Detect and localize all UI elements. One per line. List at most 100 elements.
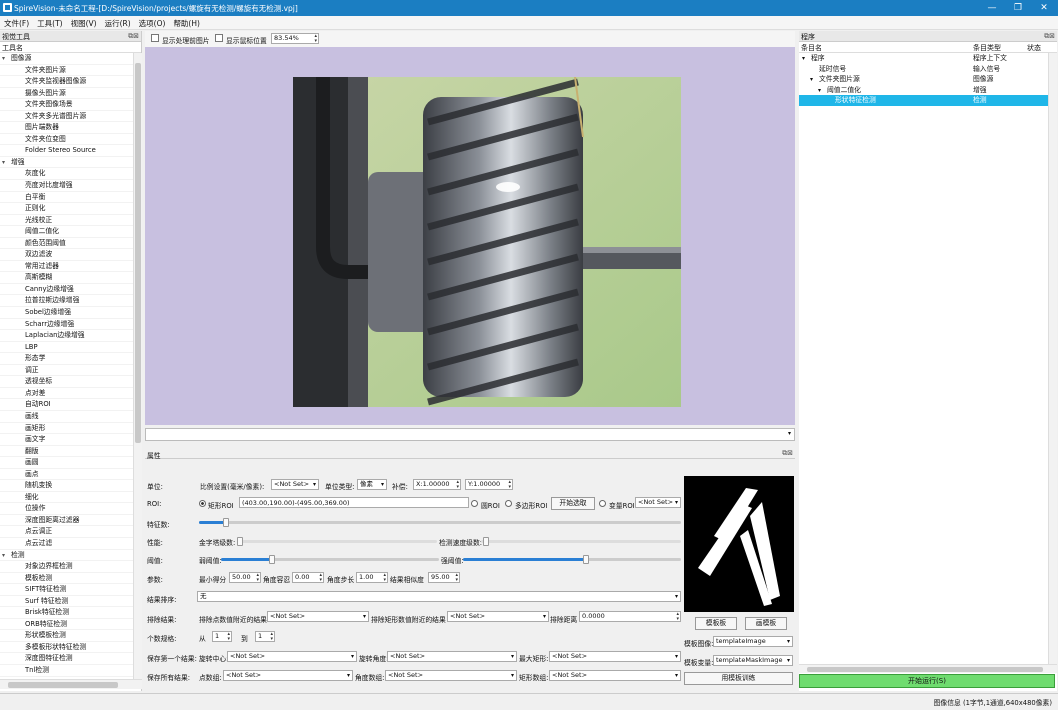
tool-item[interactable]: Canny边缘增强: [0, 284, 133, 296]
tool-item[interactable]: 亮度对比度增强: [0, 180, 133, 192]
tool-item[interactable]: 模板检测: [0, 573, 133, 585]
menu-options[interactable]: 选项(O): [135, 16, 170, 31]
tool-item[interactable]: 透视坐标: [0, 376, 133, 388]
show-coords-checkbox[interactable]: [215, 34, 223, 42]
viewer-source-select[interactable]: ▾: [145, 428, 795, 441]
tool-item[interactable]: 文件夹监视器图像源: [0, 76, 133, 88]
tool-item[interactable]: Surf 特征检测: [0, 596, 133, 608]
points-select[interactable]: <Not Set>: [223, 670, 353, 681]
tool-item[interactable]: 深度图特征检测: [0, 653, 133, 665]
min-score-spinbox[interactable]: 50.00 ▴ ▾: [229, 572, 261, 583]
tool-item[interactable]: 文件夹图像场景: [0, 99, 133, 111]
minimize-button[interactable]: —: [978, 0, 1006, 16]
run-button[interactable]: 开始运行(S): [799, 674, 1055, 688]
feat-slider[interactable]: [199, 518, 681, 527]
tool-item[interactable]: 文件夹多光谱图片源: [0, 111, 133, 123]
program-hscroll-thumb[interactable]: [807, 667, 1043, 672]
tool-item[interactable]: 细化: [0, 492, 133, 504]
angle-tol-spinbox[interactable]: 0.00 ▴ ▾: [292, 572, 324, 583]
dock-float-icon[interactable]: ⧉⊠: [782, 449, 793, 458]
exclude-dist-spinbox[interactable]: 0.0000 ▴ ▾: [579, 611, 681, 622]
rot-angle-select[interactable]: <Not Set>: [387, 651, 517, 662]
pyramid-slider[interactable]: [237, 537, 437, 546]
tool-item[interactable]: 正则化: [0, 203, 133, 215]
template-button[interactable]: 模板板: [695, 617, 737, 630]
tool-item[interactable]: Tnl检测: [0, 665, 133, 677]
exclude-near-select[interactable]: <Not Set>: [267, 611, 369, 622]
tool-item[interactable]: 点对差: [0, 388, 133, 400]
comp-x-spinbox[interactable]: X:1.00000 ▴ ▾: [413, 479, 461, 490]
tool-item[interactable]: 对象边界框检测: [0, 561, 133, 573]
image-viewer[interactable]: [145, 47, 795, 425]
tool-item[interactable]: 画圆: [0, 457, 133, 469]
tool-item[interactable]: 颜色范围阈值: [0, 238, 133, 250]
tool-item[interactable]: 随机变换: [0, 480, 133, 492]
maximize-button[interactable]: ❐: [1004, 0, 1032, 16]
menu-view[interactable]: 视图(V): [67, 16, 101, 31]
roi-circle-radio[interactable]: [471, 499, 478, 507]
dock-float-icon[interactable]: ⧉⊠: [1044, 32, 1055, 41]
tool-item[interactable]: SIFT特征检测: [0, 584, 133, 596]
tool-item[interactable]: 摄像头图片源: [0, 88, 133, 100]
tool-category[interactable]: ▾ 检测: [0, 550, 133, 562]
zoom-spinbox[interactable]: 83.54% ▴ ▾: [271, 33, 319, 44]
tpl-var-select[interactable]: templateMaskImage: [713, 655, 793, 666]
count-from-spinbox[interactable]: 1 ▴ ▾: [212, 631, 232, 642]
tool-item[interactable]: Laplacian边缘增强: [0, 330, 133, 342]
unit-type-select[interactable]: 像素: [357, 479, 387, 490]
tools-scrollbar[interactable]: [133, 53, 142, 679]
ratio-select[interactable]: <Not Set>: [271, 479, 319, 490]
roi-var-radio[interactable]: [599, 499, 606, 507]
comp-y-spinbox[interactable]: Y:1.00000 ▴ ▾: [465, 479, 513, 490]
roi-input[interactable]: (403.00,190.00)-(495.00,369.00): [239, 497, 469, 508]
bbox-select[interactable]: <Not Set>: [549, 651, 681, 662]
show-processed-checkbox[interactable]: [151, 34, 159, 42]
detect-speed-slider[interactable]: [481, 537, 681, 546]
match-spinbox[interactable]: 95.00 ▴ ▾: [428, 572, 460, 583]
tool-item[interactable]: 翻版: [0, 446, 133, 458]
roi-rect-radio[interactable]: [199, 499, 206, 507]
program-scrollbar[interactable]: [1048, 53, 1057, 673]
program-hscrollbar[interactable]: [799, 664, 1057, 673]
tool-item[interactable]: 画文字: [0, 434, 133, 446]
rot-center-select[interactable]: <Not Set>: [227, 651, 357, 662]
tool-item[interactable]: 文件夹图片源: [0, 65, 133, 77]
tools-hscrollbar[interactable]: [0, 679, 142, 689]
tool-item[interactable]: 文件夹位变图: [0, 134, 133, 146]
tool-item[interactable]: 调正: [0, 365, 133, 377]
chevron-down-icon[interactable]: ▾: [2, 53, 11, 65]
tool-item[interactable]: 点云调正: [0, 526, 133, 538]
menu-file[interactable]: 文件(F): [0, 16, 33, 31]
tools-scroll-thumb[interactable]: [135, 63, 141, 443]
tool-item[interactable]: Brisk特征检测: [0, 607, 133, 619]
dock-float-icon[interactable]: ⧉⊠: [128, 32, 139, 41]
tool-item[interactable]: 形态学: [0, 353, 133, 365]
program-row[interactable]: ▾ 文件夹图片源 图像源: [799, 74, 1057, 85]
program-row[interactable]: 延时信号 输入信号: [799, 64, 1057, 75]
tool-item[interactable]: 常用过滤器: [0, 261, 133, 273]
menu-run[interactable]: 运行(R): [101, 16, 135, 31]
roi-var-select[interactable]: <Not Set>: [635, 497, 681, 508]
tools-hscroll-thumb[interactable]: [8, 682, 118, 688]
tool-category[interactable]: ▾ 图像源: [0, 53, 133, 65]
tool-item[interactable]: 画矩形: [0, 423, 133, 435]
tool-item[interactable]: 阈值二值化: [0, 226, 133, 238]
tool-item[interactable]: Scharr边缘增强: [0, 319, 133, 331]
tool-item[interactable]: 形状模板检测: [0, 630, 133, 642]
tool-item[interactable]: 高斯模糊: [0, 272, 133, 284]
angles-select[interactable]: <Not Set>: [385, 670, 517, 681]
tool-item[interactable]: 画线: [0, 411, 133, 423]
program-row[interactable]: ▾ 程序 程序上下文: [799, 53, 1057, 64]
tool-item[interactable]: 自动ROI: [0, 399, 133, 411]
tool-item[interactable]: 灰度化: [0, 168, 133, 181]
tool-item[interactable]: 图片端数器: [0, 122, 133, 134]
program-row[interactable]: ▾ 阈值二值化 增强: [799, 85, 1057, 96]
apply-template-button[interactable]: 用模板训练: [684, 672, 793, 685]
program-row[interactable]: 形状特征检测 检测: [799, 95, 1057, 106]
tool-item[interactable]: Folder Stereo Source: [0, 145, 133, 157]
tool-item[interactable]: 光线校正: [0, 215, 133, 227]
tool-item[interactable]: 点云过滤: [0, 538, 133, 550]
low-thr-slider[interactable]: [221, 555, 439, 564]
tool-item[interactable]: LBP: [0, 342, 133, 354]
count-to-spinbox[interactable]: 1 ▴ ▾: [255, 631, 275, 642]
